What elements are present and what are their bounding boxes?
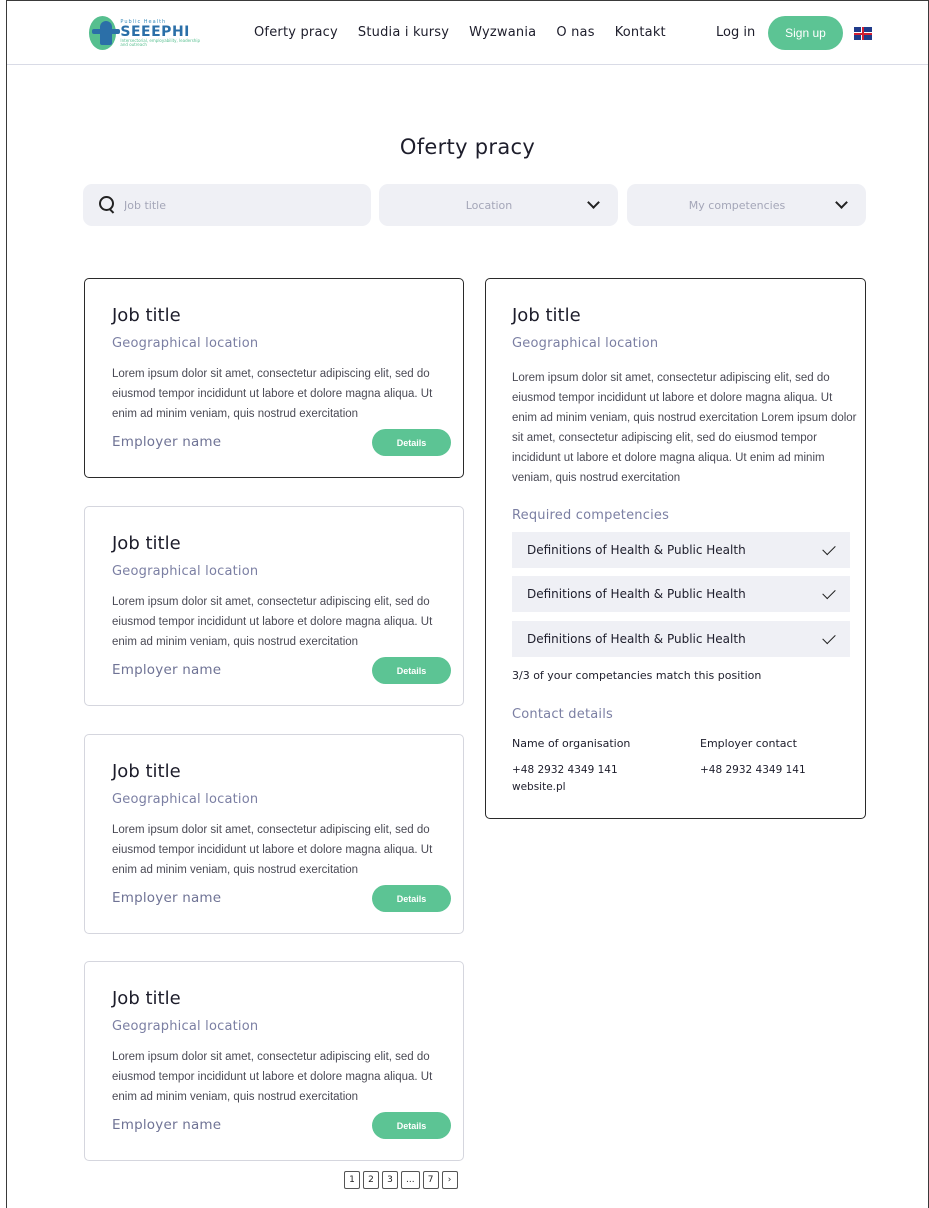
nav-item-oferty-pracy[interactable]: Oferty pracy bbox=[254, 25, 338, 40]
nav-item-studia-i-kursy[interactable]: Studia i kursy bbox=[358, 25, 449, 40]
check-icon bbox=[822, 541, 836, 555]
job-card[interactable]: Job title Geographical location Lorem ip… bbox=[84, 961, 464, 1161]
details-button[interactable]: Details bbox=[372, 429, 451, 456]
employer-name: Employer name bbox=[112, 890, 222, 906]
details-button[interactable]: Details bbox=[372, 657, 451, 684]
page-3-button[interactable]: 3 bbox=[382, 1171, 398, 1189]
details-button[interactable]: Details bbox=[372, 885, 451, 912]
logo-mark-icon bbox=[89, 16, 121, 50]
page-title: Oferty pracy bbox=[399, 135, 536, 159]
nav-item-kontakt[interactable]: Kontakt bbox=[615, 25, 666, 40]
competency-row: Definitions of Health & Public Health bbox=[512, 532, 850, 568]
job-detail-panel: Job title Geographical location Lorem ip… bbox=[485, 278, 866, 819]
competency-label: Definitions of Health & Public Health bbox=[527, 587, 746, 601]
competencies-select-label: My competencies bbox=[688, 198, 786, 212]
job-title: Job title bbox=[112, 533, 181, 554]
page-1-button[interactable]: 1 bbox=[344, 1171, 360, 1189]
next-page-icon[interactable]: › bbox=[441, 1171, 458, 1189]
organisation-label: Name of organisation bbox=[512, 737, 631, 750]
competency-row: Definitions of Health & Public Health bbox=[512, 576, 850, 612]
employer-name: Employer name bbox=[112, 434, 222, 450]
employer-phone: +48 2932 4349 141 bbox=[700, 764, 806, 776]
organisation-website[interactable]: website.pl bbox=[512, 781, 566, 793]
competency-match-text: 3/3 of your competancies match this posi… bbox=[512, 669, 762, 682]
competencies-select[interactable]: My competencies bbox=[627, 184, 866, 226]
job-search-field[interactable] bbox=[83, 184, 371, 226]
competency-label: Definitions of Health & Public Health bbox=[527, 632, 746, 646]
job-description: Lorem ipsum dolor sit amet, consectetur … bbox=[112, 368, 433, 420]
nav-item-wyzwania[interactable]: Wyzwania bbox=[469, 25, 536, 40]
job-card[interactable]: Job title Geographical location Lorem ip… bbox=[84, 278, 464, 478]
check-icon bbox=[822, 630, 836, 644]
page-frame: Public Health SEEEPHI Intersectorial, em… bbox=[6, 0, 929, 1208]
employer-name: Employer name bbox=[112, 662, 222, 678]
nav-item-o-nas[interactable]: O nas bbox=[556, 25, 594, 40]
uk-flag-icon[interactable] bbox=[854, 27, 872, 40]
detail-description: Lorem ipsum dolor sit amet, consectetur … bbox=[512, 372, 857, 484]
location-select-label: Location bbox=[465, 198, 513, 212]
job-title: Job title bbox=[112, 305, 181, 326]
signup-button[interactable]: Sign up bbox=[768, 16, 843, 50]
details-button[interactable]: Details bbox=[372, 1112, 451, 1139]
search-icon bbox=[98, 195, 118, 215]
job-location: Geographical location bbox=[112, 792, 259, 807]
logo-tagline: Intersectorial, employability, leadershi… bbox=[120, 37, 200, 47]
job-title: Job title bbox=[112, 988, 181, 1009]
check-icon bbox=[822, 585, 836, 599]
job-title-input[interactable] bbox=[124, 198, 344, 212]
employer-name: Employer name bbox=[112, 1117, 222, 1133]
chevron-down-icon bbox=[587, 196, 600, 209]
logo-title: SEEEPHI bbox=[120, 23, 190, 40]
competencies-heading: Required competencies bbox=[512, 508, 670, 523]
organisation-phone: +48 2932 4349 141 bbox=[512, 764, 618, 776]
detail-location: Geographical location bbox=[512, 336, 659, 351]
job-description: Lorem ipsum dolor sit amet, consectetur … bbox=[112, 1051, 433, 1103]
job-description: Lorem ipsum dolor sit amet, consectetur … bbox=[112, 596, 433, 648]
job-location: Geographical location bbox=[112, 336, 259, 351]
job-description: Lorem ipsum dolor sit amet, consectetur … bbox=[112, 824, 433, 876]
employer-contact-label: Employer contact bbox=[700, 737, 797, 750]
competency-label: Definitions of Health & Public Health bbox=[527, 543, 746, 557]
location-select[interactable]: Location bbox=[379, 184, 618, 226]
job-card[interactable]: Job title Geographical location Lorem ip… bbox=[84, 506, 464, 706]
competency-row: Definitions of Health & Public Health bbox=[512, 621, 850, 657]
detail-job-title: Job title bbox=[512, 305, 581, 326]
header: Public Health SEEEPHI Intersectorial, em… bbox=[7, 1, 928, 65]
logo-text: Public Health SEEEPHI Intersectorial, em… bbox=[120, 19, 207, 47]
contact-heading: Contact details bbox=[512, 707, 614, 722]
chevron-down-icon bbox=[835, 196, 848, 209]
logo[interactable]: Public Health SEEEPHI Intersectorial, em… bbox=[89, 14, 207, 52]
page-2-button[interactable]: 2 bbox=[363, 1171, 379, 1189]
main-nav: Oferty pracy Studia i kursy Wyzwania O n… bbox=[254, 25, 686, 40]
page-7-button[interactable]: 7 bbox=[422, 1171, 439, 1189]
page-ellipsis: ... bbox=[401, 1171, 420, 1189]
job-title: Job title bbox=[112, 761, 181, 782]
job-card[interactable]: Job title Geographical location Lorem ip… bbox=[84, 734, 464, 934]
job-location: Geographical location bbox=[112, 1019, 259, 1034]
pagination: 1 2 3 ... 7 › bbox=[344, 1171, 458, 1189]
login-link[interactable]: Log in bbox=[716, 25, 755, 40]
job-location: Geographical location bbox=[112, 564, 259, 579]
